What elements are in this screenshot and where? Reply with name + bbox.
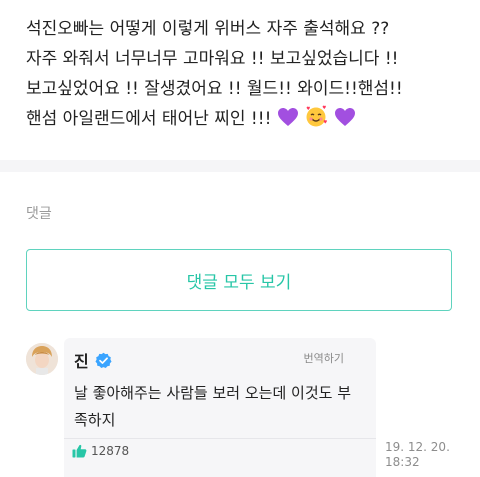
comment-text-line: 족하지 [74, 411, 116, 429]
section-divider [0, 160, 480, 172]
thumbs-up-icon [72, 444, 87, 458]
avatar[interactable] [26, 343, 58, 375]
comment-divider [64, 438, 376, 439]
author-name[interactable]: 진 [74, 348, 89, 372]
smiling-face-with-hearts-icon [306, 105, 328, 127]
comment-author: 진 [74, 348, 112, 372]
timestamp-time: 18:32 [385, 455, 420, 469]
comment-text-line: 날 좋아해주는 사람들 보러 오는데 이것도 부 [74, 384, 352, 402]
avatar-image [26, 343, 58, 375]
comment-text: 날 좋아해주는 사람들 보러 오는데 이것도 부 족하지 [74, 380, 364, 434]
purple-heart-icon [334, 108, 355, 126]
post-text-line: 핸섬 아일랜드에서 태어난 찌인 !!! [26, 109, 272, 129]
post-text-line: 석진오빠는 어떻게 이렇게 위버스 자주 출석해요 ?? [26, 19, 390, 39]
comment-bubble: 진 번역하기 날 좋아해주는 사람들 보러 오는데 이것도 부 족하지 1287… [64, 338, 376, 477]
like-count: 12878 [91, 444, 130, 458]
purple-heart-icon [277, 108, 298, 126]
translate-button[interactable]: 번역하기 [304, 350, 344, 366]
post-text: 석진오빠는 어떻게 이렇게 위버스 자주 출석해요 ?? 자주 와줘서 너무너무… [26, 14, 466, 134]
timestamp-date: 19. 12. 20. [385, 440, 450, 454]
post-text-line-last: 핸섬 아일랜드에서 태어난 찌인 !!! [26, 104, 466, 134]
post-text-line: 자주 와줘서 너무너무 고마워요 !! 보고싶었습니다 !! [26, 49, 399, 69]
verified-badge-icon [95, 352, 112, 368]
comments-section-title: 댓글 [26, 206, 52, 222]
post-body: 석진오빠는 어떻게 이렇게 위버스 자주 출석해요 ?? 자주 와줘서 너무너무… [0, 0, 480, 160]
like-button[interactable]: 12878 [72, 444, 129, 458]
post-text-line: 보고싶었어요 !! 잘생겼어요 !! 월드!! 와이드!!핸섬!! [26, 79, 403, 99]
view-all-comments-button[interactable]: 댓글 모두 보기 [26, 249, 452, 311]
comment-timestamp: 19. 12. 20. 18:32 [385, 440, 450, 470]
